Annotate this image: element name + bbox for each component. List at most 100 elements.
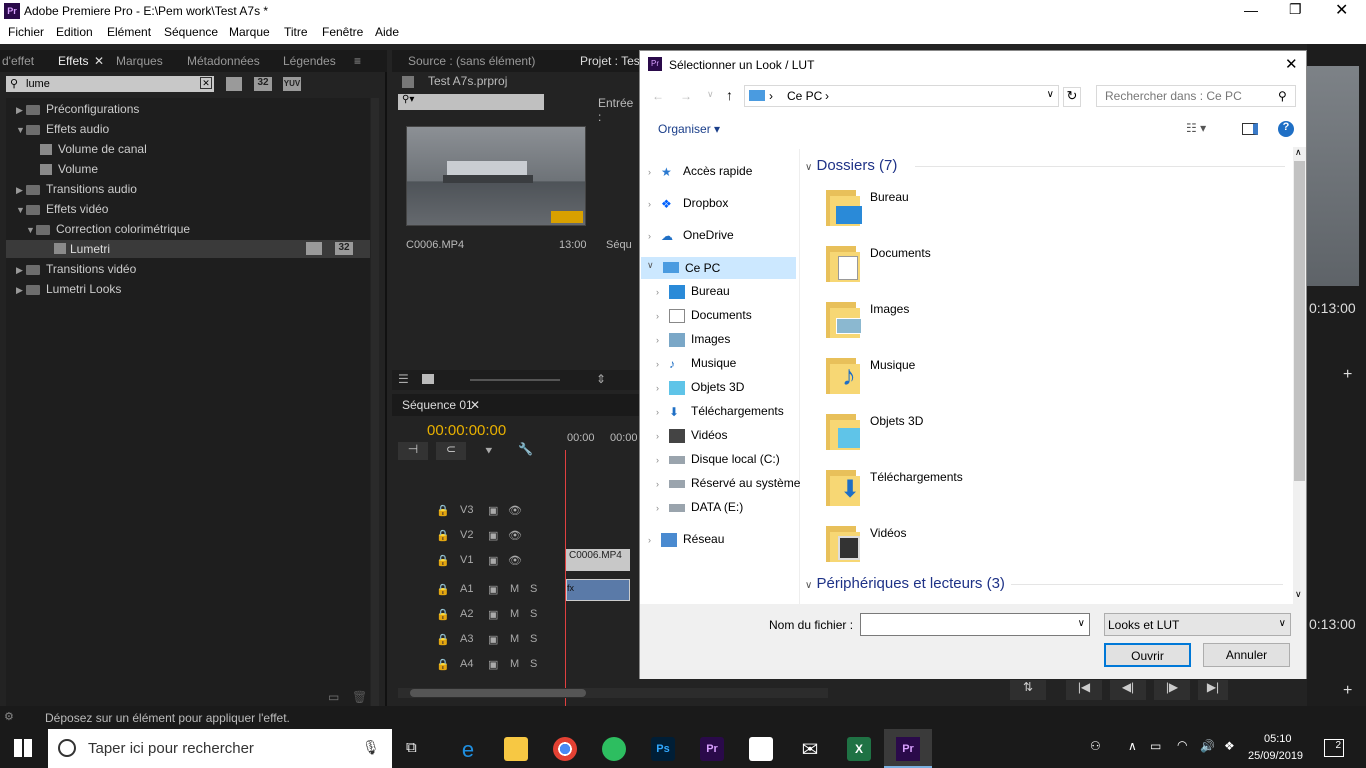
help-icon[interactable]: ? (1278, 121, 1294, 137)
organize-button[interactable]: Organiser ▾ (658, 122, 720, 136)
premiere-taskbar-icon[interactable]: Pr (700, 737, 724, 761)
menu-marque[interactable]: Marque (229, 25, 270, 39)
sync-icon[interactable]: ▣ (488, 658, 498, 671)
eye-icon[interactable]: 👁 (508, 554, 522, 567)
vertical-scrollbar[interactable] (371, 98, 379, 734)
menu-aide[interactable]: Aide (375, 25, 399, 39)
step-forward-icon[interactable]: ▶| (1198, 680, 1228, 700)
lock-icon[interactable]: 🔒 (436, 658, 450, 671)
nav-images[interactable]: › Images (656, 332, 730, 354)
folder-images[interactable]: Images (826, 298, 1126, 348)
wifi-icon[interactable]: ◠ (1177, 738, 1187, 752)
folder-documents[interactable]: Documents (826, 242, 1126, 292)
close-icon[interactable]: ✕ (1335, 0, 1348, 20)
menu-element[interactable]: Elément (107, 25, 151, 39)
frame-back-icon[interactable]: ◀| (1110, 680, 1146, 700)
windows-start-icon[interactable] (14, 739, 32, 757)
content-scrollbar[interactable]: ∧ ∨ (1293, 147, 1306, 604)
file-explorer-icon[interactable] (504, 737, 528, 761)
back-arrow-icon[interactable]: ← (652, 89, 664, 103)
lock-icon[interactable]: 🔒 (436, 554, 450, 567)
tree-item-transitions-video[interactable]: ▶ Transitions vidéo (16, 262, 136, 280)
close-tab-icon[interactable]: ✕ (94, 54, 104, 68)
address-dropdown-icon[interactable]: ∨ (1047, 89, 1054, 100)
tab-metadonnees[interactable]: Métadonnées (187, 54, 260, 68)
tree-item-transitions-audio[interactable]: ▶ Transitions audio (16, 182, 137, 200)
tree-item-effets-audio[interactable]: ▼ Effets audio (16, 122, 109, 140)
open-button[interactable]: Ouvrir (1104, 643, 1191, 667)
eye-icon[interactable]: 👁 (508, 504, 522, 517)
edge-icon[interactable]: e (456, 737, 480, 762)
filename-dropdown-icon[interactable]: ∨ (1078, 618, 1085, 629)
tree-item-volume[interactable]: Volume (40, 162, 98, 180)
tab-controls[interactable]: d'effet (2, 54, 34, 68)
sync-icon[interactable]: ▣ (488, 529, 498, 542)
sync-icon[interactable]: ▣ (488, 608, 498, 621)
mail-icon[interactable]: ✉ (798, 737, 822, 761)
clock-time[interactable]: 05:10 (1264, 733, 1292, 745)
menu-fenetre[interactable]: Fenêtre (322, 25, 363, 39)
microphone-icon[interactable]: 🎙 (362, 739, 380, 756)
sync-icon[interactable]: ▣ (488, 583, 498, 596)
volume-icon[interactable]: 🔊 (1200, 739, 1215, 753)
address-bar[interactable]: › Ce PC › ∨ (744, 85, 1059, 107)
timeline-horizontal-scrollbar[interactable] (398, 688, 828, 698)
restore-icon[interactable]: ❐ (1289, 1, 1302, 18)
premiere-active-task[interactable]: Pr (884, 729, 932, 768)
taskbar-search-input[interactable]: Taper ici pour rechercher 🎙 (48, 729, 392, 768)
excel-icon[interactable]: X (847, 737, 871, 761)
timeline-video-clip[interactable]: C0006.MP4 (566, 549, 630, 571)
recent-dropdown-icon[interactable]: ∨ (707, 89, 714, 100)
tab-source[interactable]: Source : (sans élément) (408, 54, 535, 68)
accelerated-effects-icon[interactable] (226, 77, 242, 91)
photoshop-icon[interactable]: Ps (651, 737, 675, 761)
nav-reseau[interactable]: › Réseau (648, 532, 724, 554)
nav-musique[interactable]: › ♪ Musique (656, 356, 736, 378)
menu-fichier[interactable]: Fichier (8, 25, 44, 39)
lock-icon[interactable]: 🔒 (436, 633, 450, 646)
sync-icon[interactable]: ▣ (488, 504, 498, 517)
scroll-up-icon[interactable]: ∧ (1295, 147, 1302, 158)
nav-objets-3d[interactable]: › Objets 3D (656, 380, 744, 402)
playhead-timecode[interactable]: 00:00:00:00 (427, 422, 506, 439)
nav-videos[interactable]: › Vidéos (656, 428, 727, 450)
folder-objets-3d[interactable]: Objets 3D (826, 410, 1126, 460)
folder-telechargements[interactable]: ⬇ Téléchargements (826, 466, 1126, 516)
dialog-close-icon[interactable]: ✕ (1285, 55, 1298, 73)
dropbox-tray-icon[interactable]: ❖ (1224, 739, 1235, 753)
tree-item-volume-de-canal[interactable]: Volume de canal (40, 142, 147, 160)
tab-sequence-01[interactable]: Séquence 01 (402, 398, 473, 412)
panel-menu-icon[interactable]: ≡ (354, 54, 361, 68)
step-back-icon[interactable]: |◀ (1066, 680, 1102, 700)
tree-item-lumetri[interactable]: Lumetri 32 (6, 240, 370, 258)
group-header-peripheriques[interactable]: ∨ Périphériques et lecteurs (3) (805, 575, 1285, 593)
nav-documents[interactable]: › Documents (656, 308, 752, 330)
sort-icon[interactable]: ⇕ (596, 372, 606, 386)
notification-center-icon[interactable]: 2 (1324, 739, 1344, 757)
refresh-icon[interactable]: ↻ (1063, 87, 1081, 107)
cancel-button[interactable]: Annuler (1203, 643, 1290, 667)
lock-icon[interactable]: 🔒 (436, 529, 450, 542)
add-button-icon[interactable]: + (1343, 682, 1352, 700)
wrench-icon[interactable]: 🔧 (518, 442, 533, 456)
list-view-icon[interactable]: ☰ (398, 372, 409, 386)
minimize-icon[interactable]: — (1244, 2, 1258, 18)
close-tab-icon[interactable]: ✕ (470, 398, 480, 412)
menu-edition[interactable]: Edition (56, 25, 93, 39)
lift-icon[interactable]: ⇅ (1010, 680, 1046, 700)
effects-search-input[interactable]: ⚲ lume ✕ (6, 76, 214, 92)
clip-thumbnail[interactable] (406, 126, 586, 226)
add-marker-icon[interactable]: ⯆ (484, 444, 494, 459)
tree-item-preconfigurations[interactable]: ▶ Préconfigurations (16, 102, 139, 120)
tree-item-lumetri-looks[interactable]: ▶ Lumetri Looks (16, 282, 121, 300)
32bit-badge[interactable]: 32 (254, 77, 272, 91)
sync-icon[interactable]: ▣ (488, 633, 498, 646)
frame-forward-icon[interactable]: |▶ (1154, 680, 1190, 700)
nav-disque-local[interactable]: › Disque local (C:) (656, 452, 780, 474)
sync-icon[interactable]: ▣ (488, 554, 498, 567)
menu-sequence[interactable]: Séquence (164, 25, 218, 39)
tray-expand-icon[interactable]: ∧ (1128, 739, 1137, 753)
nav-onedrive[interactable]: › ☁ OneDrive (648, 228, 734, 250)
tab-projet[interactable]: Projet : Tes (580, 54, 640, 68)
chrome-icon[interactable] (553, 737, 577, 761)
